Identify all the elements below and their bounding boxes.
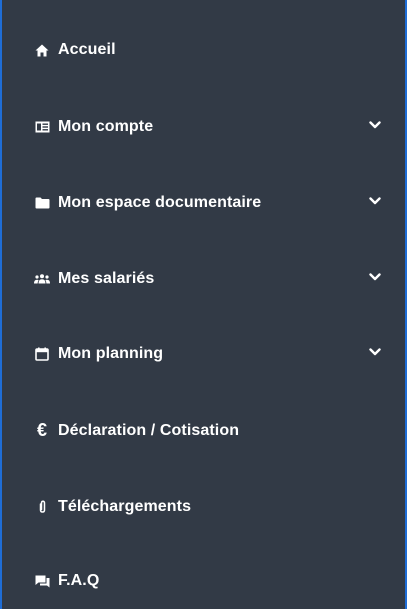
sidebar-item-accueil[interactable]: Accueil	[2, 24, 405, 76]
chat-bubbles-icon	[32, 571, 52, 591]
sidebar-item-label: F.A.Q	[58, 572, 100, 589]
sidebar-item-label: Mon planning	[58, 345, 164, 362]
sidebar-item-label: Téléchargements	[58, 498, 192, 515]
sidebar-item-mon-planning[interactable]: Mon planning	[2, 328, 405, 380]
folder-icon	[32, 193, 52, 213]
sidebar-item-label: Mes salariés	[58, 270, 155, 287]
sidebar-menu: Accueil Mon compte Mon espace documentai…	[0, 0, 407, 609]
chevron-down-icon[interactable]	[368, 345, 382, 359]
people-icon	[32, 269, 52, 289]
calendar-icon	[32, 344, 52, 364]
sidebar-item-faq[interactable]: F.A.Q	[2, 555, 405, 607]
sidebar-item-telechargements[interactable]: Téléchargements	[2, 481, 405, 533]
sidebar-item-label: Mon compte	[58, 118, 154, 135]
chevron-down-icon[interactable]	[368, 194, 382, 208]
sidebar-item-mon-espace-documentaire[interactable]: Mon espace documentaire	[2, 177, 405, 229]
paperclip-icon	[32, 497, 52, 517]
euro-icon: €	[36, 420, 47, 440]
chevron-down-icon[interactable]	[368, 118, 382, 132]
sidebar-item-label: Mon espace documentaire	[58, 194, 262, 211]
sidebar-item-declaration-cotisation[interactable]: € Déclaration / Cotisation	[2, 405, 405, 457]
sidebar-item-label: Déclaration / Cotisation	[58, 422, 240, 439]
sidebar-item-mes-salaries[interactable]: Mes salariés	[2, 253, 405, 305]
home-icon	[32, 40, 52, 60]
account-card-icon	[32, 117, 52, 137]
sidebar-item-mon-compte[interactable]: Mon compte	[2, 101, 405, 153]
chevron-down-icon[interactable]	[368, 270, 382, 284]
sidebar-item-label: Accueil	[58, 41, 116, 58]
